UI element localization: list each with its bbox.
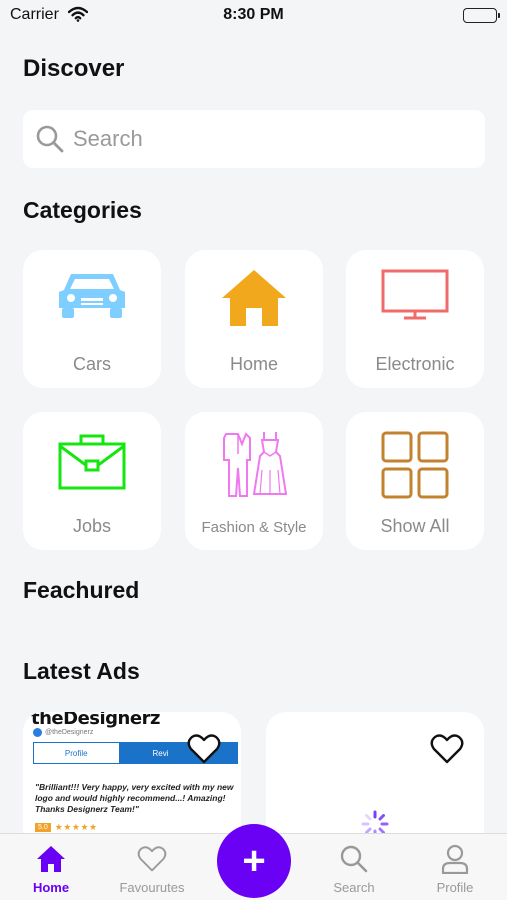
latest-ads-title: Latest Ads xyxy=(23,658,140,684)
star-icons: ★★★★★ xyxy=(54,822,98,832)
rating-score: 5.0 xyxy=(35,823,51,832)
page-title: Discover xyxy=(23,55,125,82)
ad-rating: 5.0 ★★★★★ xyxy=(35,822,98,833)
search-icon xyxy=(35,124,65,159)
search-input[interactable] xyxy=(73,110,463,168)
tab-label: Home xyxy=(32,880,70,895)
profile-icon xyxy=(410,844,500,874)
search-bar[interactable] xyxy=(23,110,485,168)
tab-home[interactable]: Home xyxy=(6,844,96,895)
status-bar: Carrier 8:30 PM xyxy=(0,0,507,32)
car-icon xyxy=(23,268,161,328)
plus-icon: + xyxy=(242,838,266,883)
tab-profile[interactable]: Profile xyxy=(410,844,500,895)
clock: 8:30 PM xyxy=(223,6,284,23)
add-ad-button[interactable]: + xyxy=(217,824,291,898)
heart-icon xyxy=(107,844,197,874)
tab-label: Search xyxy=(333,880,375,895)
verified-icon xyxy=(33,728,42,737)
category-label: Home xyxy=(229,354,278,374)
categories-title: Categories xyxy=(23,197,142,223)
category-label: Jobs xyxy=(72,516,112,536)
ad-tab-profile: Profile xyxy=(64,748,88,758)
category-label: Fashion & Style xyxy=(201,519,307,536)
tab-label: Profile xyxy=(436,880,474,895)
ad-handle: @theDesignerz xyxy=(33,728,93,737)
tab-search[interactable]: Search xyxy=(309,844,399,895)
category-cars[interactable]: Cars xyxy=(23,250,161,388)
tab-label: Favourutes xyxy=(119,880,185,895)
category-label: Show All xyxy=(380,516,450,536)
category-label: Cars xyxy=(72,354,111,374)
tab-favourites[interactable]: Favourutes xyxy=(107,844,197,895)
category-home[interactable]: Home xyxy=(185,250,323,388)
category-label: Electronic xyxy=(375,354,455,374)
ad-brand-text: theDesignerz xyxy=(31,712,160,729)
battery-icon xyxy=(463,8,500,23)
featured-title: Feachured xyxy=(23,577,140,603)
category-fashion[interactable]: Fashion & Style xyxy=(185,412,323,550)
heart-icon[interactable] xyxy=(187,732,221,766)
search-icon xyxy=(309,844,399,874)
clothing-icon xyxy=(185,430,323,497)
tv-icon xyxy=(346,268,484,328)
category-show-all[interactable]: Show All xyxy=(346,412,484,550)
briefcase-icon xyxy=(23,430,161,490)
home-icon xyxy=(6,844,96,874)
category-electronic[interactable]: Electronic xyxy=(346,250,484,388)
house-icon xyxy=(185,268,323,328)
ad-quote: "Brilliant!!! Very happy, very excited w… xyxy=(35,782,234,814)
category-jobs[interactable]: Jobs xyxy=(23,412,161,550)
heart-icon[interactable] xyxy=(430,732,464,766)
grid-icon xyxy=(346,430,484,499)
